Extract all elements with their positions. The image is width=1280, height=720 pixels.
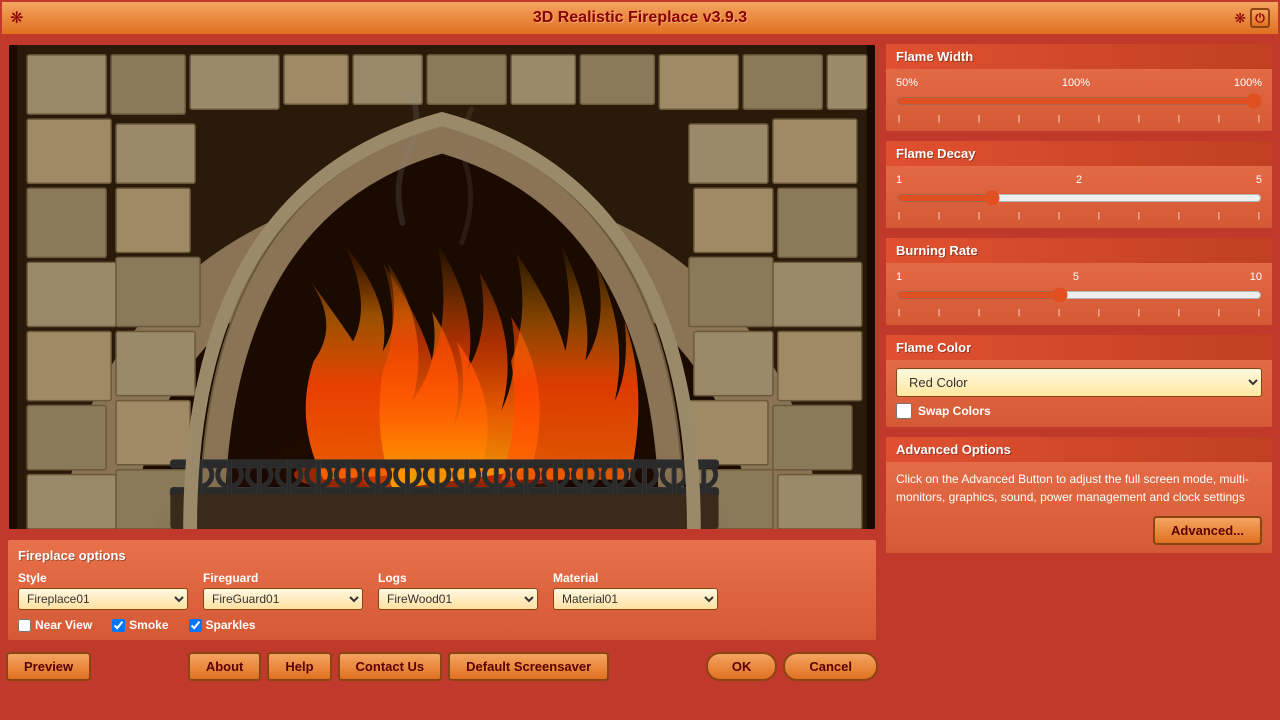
advanced-button[interactable]: Advanced... [1153, 516, 1262, 545]
burning-rate-slider[interactable] [896, 287, 1262, 303]
flame-decay-slider[interactable] [896, 190, 1262, 206]
flame-decay-ticks: |||||||||| [896, 211, 1262, 220]
smoke-group: Smoke [112, 618, 168, 632]
logs-label: Logs [378, 571, 538, 585]
flame-color-section: Flame Color Red Color Blue Color Green C… [884, 333, 1274, 429]
burning-rate-mid: 5 [1073, 271, 1079, 283]
near-view-label[interactable]: Near View [35, 618, 92, 632]
flame-width-slider[interactable] [896, 93, 1262, 109]
smoke-label[interactable]: Smoke [129, 618, 168, 632]
burning-rate-max: 10 [1250, 271, 1262, 283]
fireguard-label: Fireguard [203, 571, 363, 585]
flame-width-slider-row [896, 93, 1262, 112]
flame-decay-max: 5 [1256, 174, 1262, 186]
options-title: Fireplace options [18, 548, 866, 563]
burning-rate-ticks: |||||||||| [896, 308, 1262, 317]
default-screensaver-button[interactable]: Default Screensaver [448, 652, 609, 681]
sparkles-checkbox[interactable] [189, 619, 202, 632]
flame-width-section: Flame Width 50% 100% 100% |||||||||| [884, 42, 1274, 133]
material-group: Material Material01 Material02 [553, 571, 718, 610]
help-button[interactable]: Help [267, 652, 331, 681]
flame-decay-title: Flame Decay [886, 141, 1272, 166]
swap-colors-row: Swap Colors [896, 403, 1262, 419]
sparkles-group: Sparkles [189, 618, 256, 632]
flame-width-max: 100% [1234, 77, 1262, 89]
title-bar: ❋ 3D Realistic Fireplace v3.9.3 ❋ ⏻ [0, 0, 1280, 36]
preview-button[interactable]: Preview [6, 652, 91, 681]
flame-decay-slider-row [896, 190, 1262, 209]
flame-width-mid: 100% [1062, 77, 1090, 89]
fireplace-options-panel: Fireplace options Style Fireplace01 Fire… [6, 538, 878, 642]
near-view-checkbox[interactable] [18, 619, 31, 632]
about-button[interactable]: About [188, 652, 262, 681]
swap-colors-checkbox[interactable] [896, 403, 912, 419]
style-select[interactable]: Fireplace01 Fireplace02 [18, 588, 188, 610]
burning-rate-section: Burning Rate 1 5 10 |||||||||| [884, 236, 1274, 327]
sparkles-label[interactable]: Sparkles [206, 618, 256, 632]
burning-rate-labels: 1 5 10 [896, 271, 1262, 283]
title-icon-left: ❋ [10, 8, 23, 28]
ok-button[interactable]: OK [706, 652, 778, 681]
right-panel: Flame Width 50% 100% 100% |||||||||| Fla… [884, 42, 1274, 714]
bottom-buttons: Preview About Help Contact Us Default Sc… [6, 652, 878, 681]
bottom-right-buttons: OK Cancel [706, 652, 878, 681]
material-select[interactable]: Material01 Material02 [553, 588, 718, 610]
style-label: Style [18, 571, 188, 585]
title-controls: ❋ ⏻ [1234, 8, 1270, 28]
style-group: Style Fireplace01 Fireplace02 [18, 571, 188, 610]
swap-colors-label[interactable]: Swap Colors [918, 404, 991, 418]
main-content: Fireplace options Style Fireplace01 Fire… [0, 36, 1280, 720]
left-panel: Fireplace options Style Fireplace01 Fire… [6, 42, 878, 714]
burning-rate-slider-row [896, 287, 1262, 306]
cancel-button[interactable]: Cancel [783, 652, 878, 681]
flame-width-title: Flame Width [886, 44, 1272, 69]
smoke-checkbox[interactable] [112, 619, 125, 632]
fireguard-group: Fireguard FireGuard01 FireGuard02 [203, 571, 363, 610]
options-row-2: Near View Smoke Sparkles [18, 618, 866, 632]
burning-rate-title: Burning Rate [886, 238, 1272, 263]
flame-width-min: 50% [896, 77, 918, 89]
flame-color-select[interactable]: Red Color Blue Color Green Color Purple … [896, 368, 1262, 397]
power-button[interactable]: ⏻ [1250, 8, 1270, 28]
advanced-options-description: Click on the Advanced Button to adjust t… [896, 470, 1262, 506]
bottom-left-buttons: About Help Contact Us Default Screensave… [188, 652, 609, 681]
material-label: Material [553, 571, 718, 585]
flame-decay-mid: 2 [1076, 174, 1082, 186]
flame-width-labels: 50% 100% 100% [896, 77, 1262, 89]
near-view-group: Near View [18, 618, 92, 632]
fireplace-display [6, 42, 878, 532]
burning-rate-min: 1 [896, 271, 902, 283]
logs-select[interactable]: FireWood01 FireWood02 [378, 588, 538, 610]
contact-us-button[interactable]: Contact Us [338, 652, 443, 681]
flame-width-ticks: |||||||||| [896, 114, 1262, 123]
options-row-1: Style Fireplace01 Fireplace02 Fireguard … [18, 571, 866, 610]
flame-decay-min: 1 [896, 174, 902, 186]
flame-decay-section: Flame Decay 1 2 5 |||||||||| [884, 139, 1274, 230]
app-title: 3D Realistic Fireplace v3.9.3 [533, 9, 747, 27]
title-decoration: ❋ [1234, 10, 1246, 27]
logs-group: Logs FireWood01 FireWood02 [378, 571, 538, 610]
flame-color-title: Flame Color [886, 335, 1272, 360]
fireguard-select[interactable]: FireGuard01 FireGuard02 [203, 588, 363, 610]
flame-decay-labels: 1 2 5 [896, 174, 1262, 186]
advanced-options-section: Advanced Options Click on the Advanced B… [884, 435, 1274, 555]
advanced-options-title: Advanced Options [886, 437, 1272, 462]
